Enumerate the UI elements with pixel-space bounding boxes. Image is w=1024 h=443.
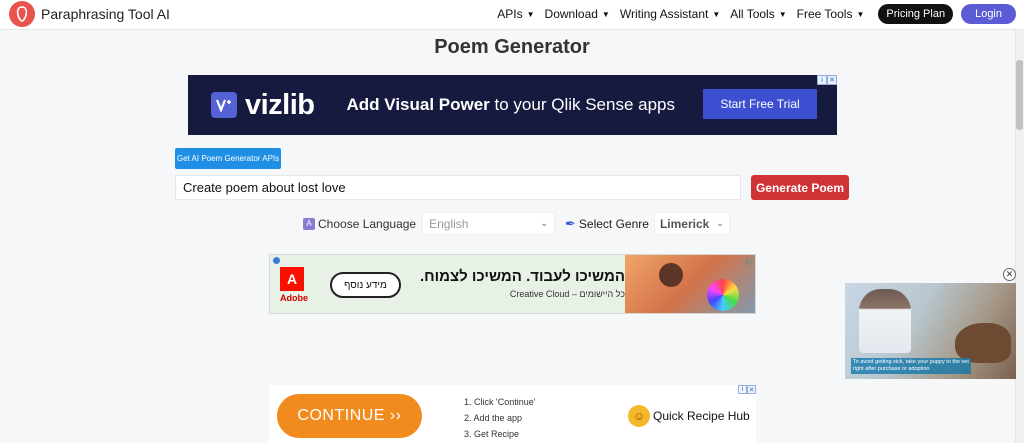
adobe-wordmark: Adobe: [280, 293, 308, 303]
dog-image: [955, 323, 1011, 363]
genre-selector: ✒ Select Genre Limerick ⌄: [565, 212, 730, 235]
video-caption: To avoid getting sick, take your puppy t…: [851, 358, 971, 374]
login-button[interactable]: Login: [961, 4, 1016, 24]
top-navbar: Paraphrasing Tool AI APIs ▼ Download ▼ W…: [0, 0, 1024, 30]
caret-down-icon: ▼: [712, 9, 721, 19]
generate-poem-button[interactable]: Generate Poem: [751, 175, 849, 200]
pricing-plan-button[interactable]: Pricing Plan: [878, 4, 954, 24]
recipe-hub-icon: ☺: [628, 405, 650, 427]
ad-close-icon[interactable]: ✕: [747, 385, 756, 394]
ad-tagline-bold: Add Visual Power: [346, 95, 490, 114]
quill-icon: ✒: [565, 215, 576, 231]
adobe-logo-icon: A: [280, 267, 304, 291]
video-ad[interactable]: To avoid getting sick, take your puppy t…: [845, 283, 1016, 379]
person-image: [659, 263, 683, 287]
adchoices-icon[interactable]: i ✕: [817, 75, 837, 85]
color-wheel-image: [707, 279, 739, 311]
ad-step: 3. Get Recipe: [464, 429, 520, 439]
language-selector: A Choose Language English ⌄: [303, 212, 556, 235]
nav-item-label: Writing Assistant: [619, 7, 709, 21]
ad-continue-button[interactable]: CONTINUE ››: [277, 394, 422, 438]
language-icon: A: [303, 217, 315, 230]
adchoices-icon[interactable]: ▷: [746, 256, 753, 267]
language-label: Choose Language: [318, 216, 417, 231]
nav-item-free-tools[interactable]: Free Tools ▼: [797, 7, 865, 21]
ad-brand: vizlib: [245, 88, 315, 121]
genre-label: Select Genre: [578, 216, 649, 231]
caret-down-icon: ▼: [856, 9, 865, 19]
adobe-logo: A Adobe: [280, 267, 308, 305]
ad-headline: המשיכו לעבוד. המשיכו לצמוח.: [419, 268, 625, 285]
caret-down-icon: ▼: [526, 9, 535, 19]
ad-subline: כל היישומים – Creative Cloud: [509, 289, 625, 299]
nav-item-apis[interactable]: APIs ▼: [497, 7, 534, 21]
ad-info-icon[interactable]: i: [817, 75, 827, 85]
site-name: Paraphrasing Tool AI: [41, 6, 170, 22]
ad-image: [625, 255, 755, 313]
language-selected: English: [429, 216, 469, 231]
genre-selected: Limerick: [659, 216, 710, 231]
nav-item-all-tools[interactable]: All Tools ▼: [730, 7, 786, 21]
nav-item-label: Download: [544, 7, 598, 21]
adchoices-icon[interactable]: i ✕: [738, 385, 756, 394]
language-select[interactable]: English ⌄: [422, 212, 556, 235]
ad-tagline-rest: to your Qlik Sense apps: [489, 95, 676, 114]
vizlib-logo-icon: [211, 92, 237, 118]
poem-prompt-input[interactable]: Create poem about lost love: [175, 175, 741, 200]
genre-select[interactable]: Limerick ⌄: [653, 212, 730, 235]
scrollbar-thumb[interactable]: [1016, 60, 1023, 130]
ad-step: 2. Add the app: [464, 413, 523, 423]
nav-item-writing-assistant[interactable]: Writing Assistant ▼: [620, 7, 720, 21]
close-icon[interactable]: ✕: [1003, 268, 1016, 281]
person-image: [859, 289, 911, 353]
ad-step: 1. Click 'Continue': [464, 397, 536, 407]
chevron-down-icon: ⌄: [716, 218, 724, 228]
nav-item-label: Free Tools: [796, 7, 853, 21]
ad-steps: 1. Click 'Continue' 2. Add the app 3. Ge…: [464, 394, 535, 442]
nav-menu: APIs ▼ Download ▼ Writing Assistant ▼ Al…: [497, 4, 1016, 24]
nav-item-label: All Tools: [730, 7, 775, 21]
ad-close-icon[interactable]: ✕: [827, 75, 837, 85]
chevron-down-icon: ⌄: [540, 218, 549, 228]
logo-icon: [9, 1, 35, 27]
nav-item-label: APIs: [497, 7, 523, 21]
ad-cta-button[interactable]: Start Free Trial: [703, 89, 817, 119]
ad-banner-adobe[interactable]: A Adobe מידע נוסף המשיכו לעבוד. המשיכו ל…: [269, 254, 756, 314]
get-apis-button[interactable]: Get AI Poem Generator APIs: [175, 148, 281, 169]
caret-down-icon: ▼: [601, 9, 610, 19]
ad-info-icon[interactable]: i: [738, 385, 747, 394]
ad-brand: Quick Recipe Hub: [653, 409, 750, 423]
site-logo[interactable]: Paraphrasing Tool AI: [9, 1, 170, 27]
ad-tagline: Add Visual Power to your Qlik Sense apps: [347, 95, 676, 115]
ad-banner-recipe[interactable]: CONTINUE ›› 1. Click 'Continue' 2. Add t…: [269, 385, 756, 443]
page-title: Poem Generator: [434, 36, 590, 58]
caret-down-icon: ▼: [778, 9, 787, 19]
ad-more-info-button[interactable]: מידע נוסף: [330, 272, 401, 298]
ad-info-icon[interactable]: [273, 257, 280, 264]
ad-banner-vizlib[interactable]: vizlib Add Visual Power to your Qlik Sen…: [188, 75, 837, 135]
nav-item-download[interactable]: Download ▼: [545, 7, 610, 21]
